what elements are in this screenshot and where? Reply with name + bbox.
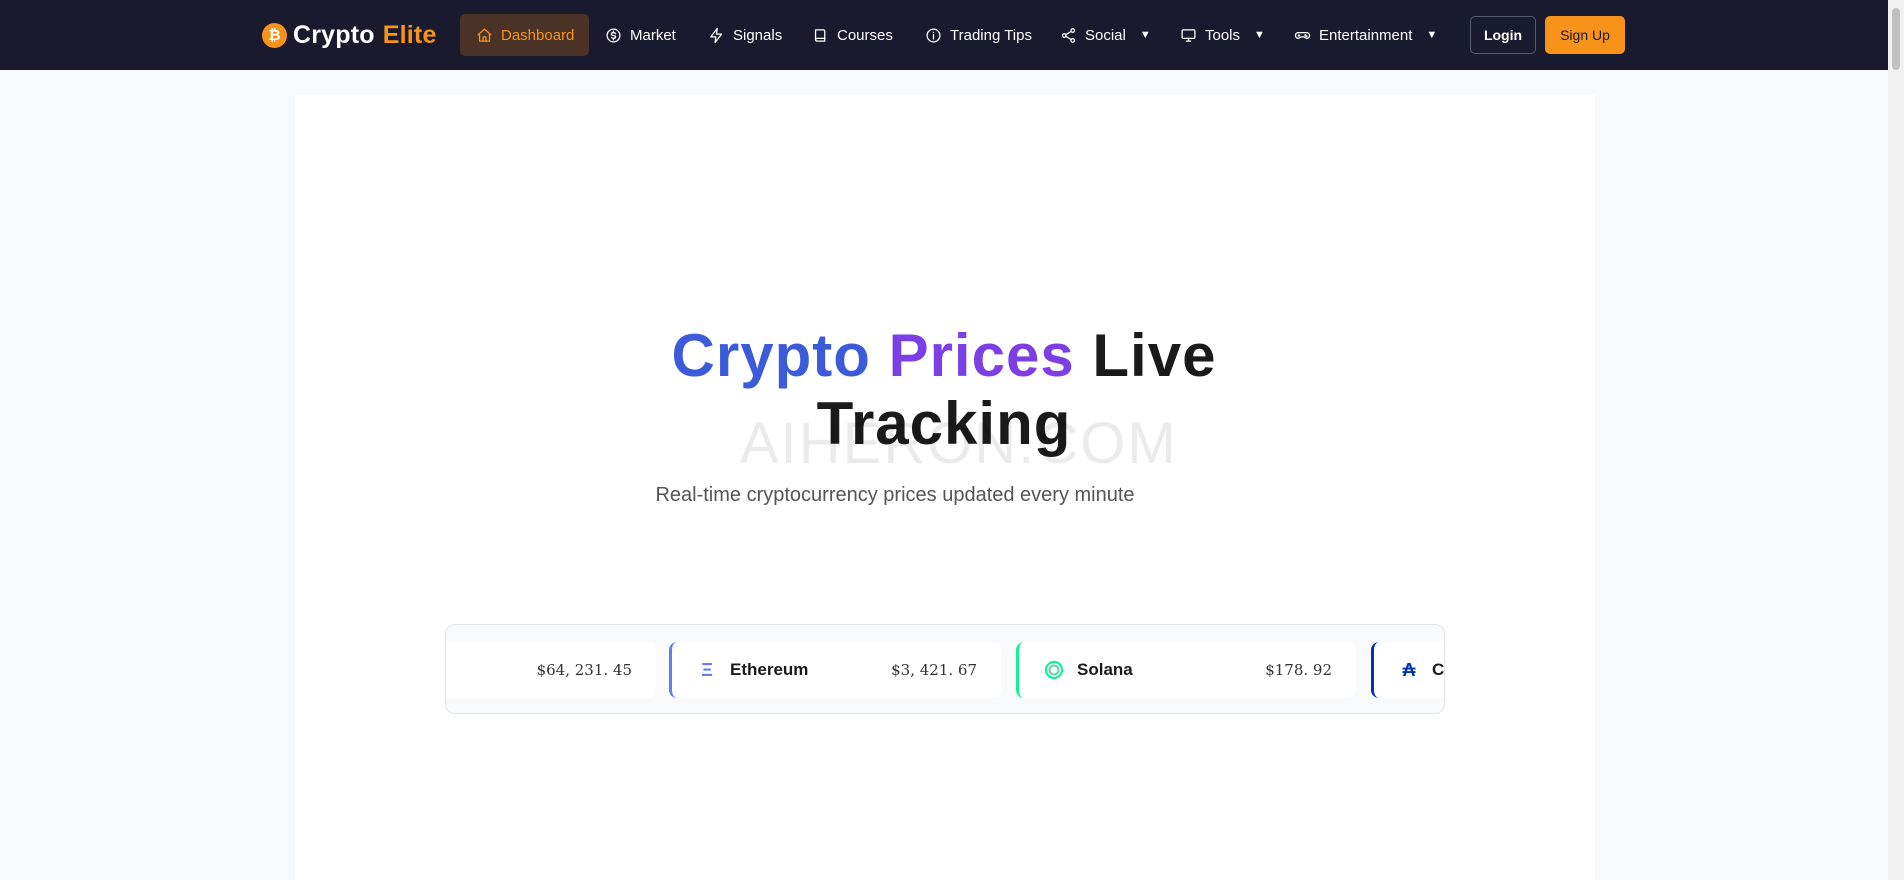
ticker-card-ethereum[interactable]: Ξ Ethereum $3, 421. 67: [669, 642, 1001, 698]
ticker-coin-name: Solana: [1077, 660, 1133, 679]
ticker-card-solana[interactable]: Solana $178. 92: [1016, 642, 1356, 698]
bitcoin-icon: ₿: [262, 22, 287, 48]
watermark: AIHERON.COM: [740, 411, 1178, 476]
nav-entertainment[interactable]: Entertainment ▼: [1278, 14, 1452, 56]
nav-signals[interactable]: Signals: [692, 14, 797, 56]
nav-tools[interactable]: Tools ▼: [1164, 14, 1280, 56]
chevron-down-icon: ▼: [1426, 29, 1438, 41]
ticker-coin-name: Ethereum: [730, 660, 809, 679]
ticker-price: $64, 231. 45: [536, 661, 632, 679]
info-circle-icon: [924, 26, 942, 44]
nav-market[interactable]: Market: [589, 14, 691, 56]
nav-trading-tips[interactable]: Trading Tips: [909, 14, 1047, 56]
brand-logo[interactable]: ₿ Crypto Elite: [262, 20, 437, 50]
price-ticker: $64, 231. 45 Ξ Ethereum $3, 421. 67 Sola…: [445, 624, 1445, 714]
gamepad-icon: [1293, 26, 1311, 44]
ticker-price: $178. 92: [1265, 661, 1332, 679]
nav-dashboard[interactable]: Dashboard: [460, 14, 590, 56]
top-navbar: ₿ Crypto Elite Dashboard Market Signals C…: [0, 0, 1888, 70]
chevron-down-icon: ▼: [1139, 29, 1151, 41]
bolt-icon: [707, 26, 725, 44]
book-icon: [811, 26, 829, 44]
ticker-card-cardano[interactable]: ₳ Ca: [1371, 642, 1445, 698]
ethereum-icon: Ξ: [701, 659, 713, 680]
nav-courses[interactable]: Courses: [796, 14, 908, 56]
share-icon: [1059, 26, 1077, 44]
page-scrollbar[interactable]: [1888, 0, 1904, 880]
cardano-icon: ₳: [1402, 659, 1416, 680]
ticker-price: $3, 421. 67: [891, 661, 977, 679]
login-button[interactable]: Login: [1470, 16, 1536, 54]
chevron-down-icon: ▼: [1254, 29, 1265, 41]
dollar-circle-icon: [604, 26, 622, 44]
home-icon: [475, 26, 493, 44]
nav-social[interactable]: Social ▼: [1044, 14, 1166, 56]
solana-icon: [1043, 659, 1065, 681]
signup-button[interactable]: Sign Up: [1545, 16, 1625, 54]
scrollbar-thumb[interactable]: [1892, 8, 1900, 70]
brand-accent: Elite: [382, 20, 437, 49]
ticker-coin-name: Ca: [1432, 660, 1445, 679]
hero-subtitle: Real-time cryptocurrency prices updated …: [655, 484, 1135, 506]
brand-name: Crypto: [293, 20, 375, 49]
ticker-card-bitcoin[interactable]: $64, 231. 45: [446, 642, 656, 698]
monitor-icon: [1179, 26, 1197, 44]
